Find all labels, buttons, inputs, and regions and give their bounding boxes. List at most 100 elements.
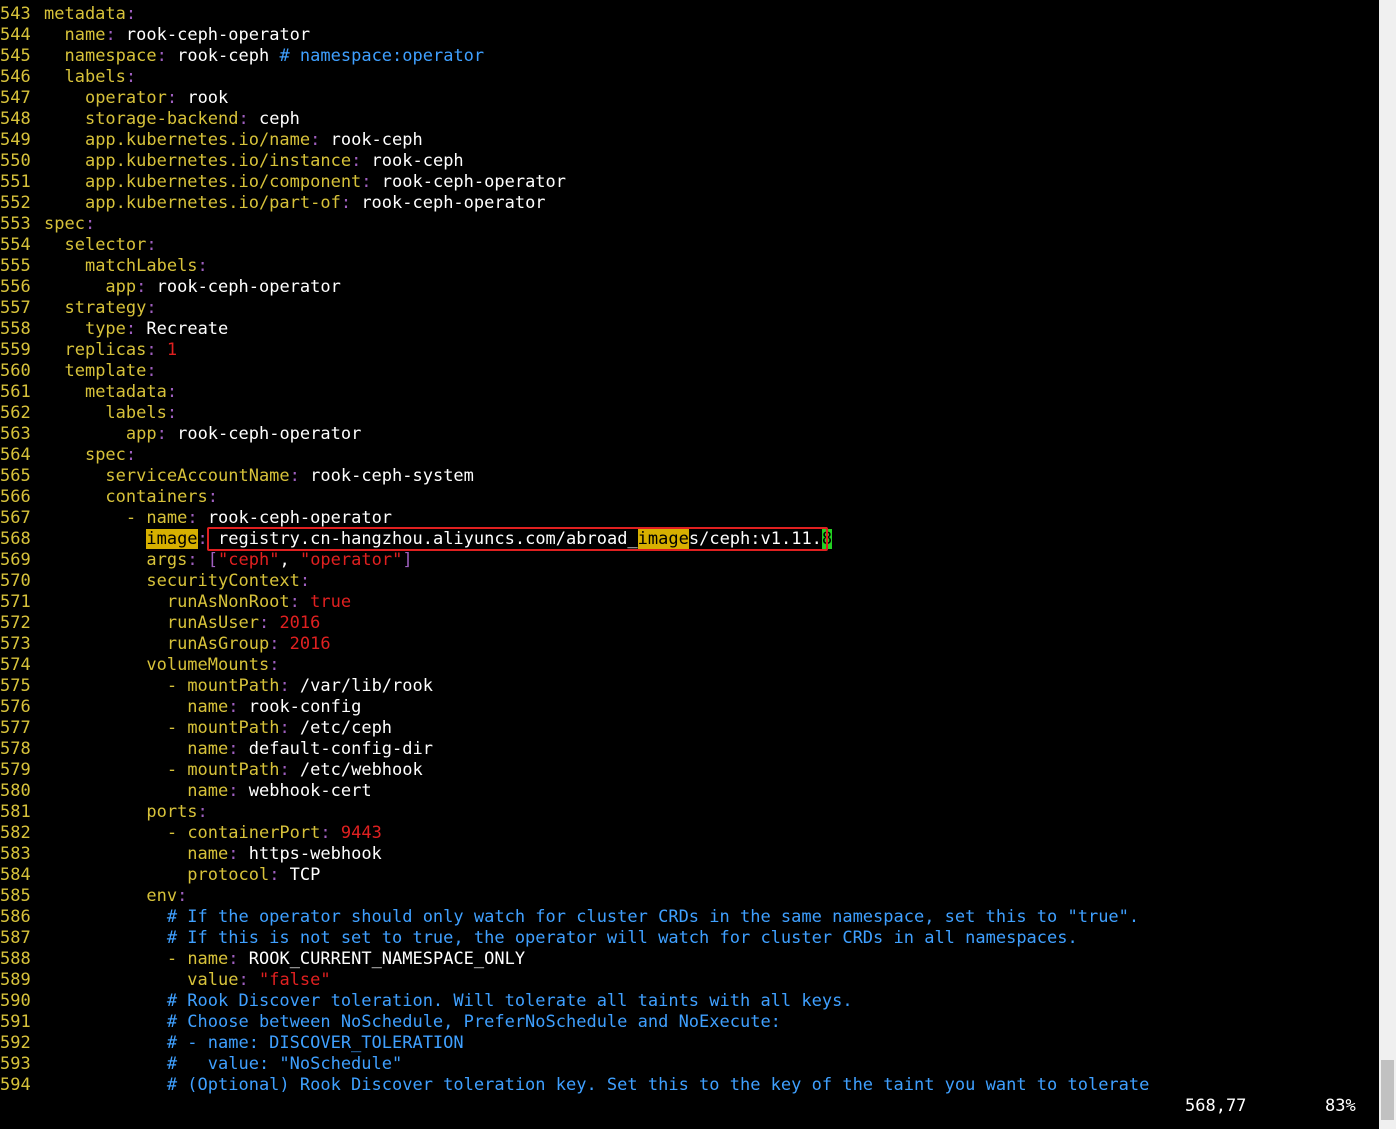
code-token: : bbox=[228, 949, 239, 969]
code-token: , bbox=[279, 550, 300, 570]
code-line[interactable]: 560 template: bbox=[0, 361, 1378, 382]
code-token: template bbox=[64, 361, 147, 381]
code-token: : bbox=[84, 214, 96, 234]
code-line[interactable]: 545 namespace: rook-ceph # namespace:ope… bbox=[0, 46, 1378, 67]
line-number: 581 bbox=[0, 802, 31, 822]
code-token: name bbox=[146, 508, 188, 528]
code-token: volumeMounts bbox=[146, 655, 270, 675]
code-token: "operator" bbox=[299, 550, 403, 570]
line-number: 565 bbox=[0, 466, 31, 486]
code-token: rook-ceph bbox=[320, 130, 423, 150]
code-token: - bbox=[166, 718, 188, 738]
code-line[interactable]: 582 - containerPort: 9443 bbox=[0, 823, 1378, 844]
code-line[interactable]: 588 - name: ROOK_CURRENT_NAMESPACE_ONLY bbox=[0, 949, 1378, 970]
code-token: spec bbox=[84, 445, 126, 465]
code-token: : bbox=[136, 277, 147, 297]
code-line[interactable]: 584 protocol: TCP bbox=[0, 865, 1378, 886]
highlight-box bbox=[207, 527, 828, 551]
code-line[interactable]: 591 # Choose between NoSchedule, PreferN… bbox=[0, 1012, 1378, 1033]
code-line[interactable]: 551 app.kubernetes.io/component: rook-ce… bbox=[0, 172, 1378, 193]
code-line[interactable]: 577 - mountPath: /etc/ceph bbox=[0, 718, 1378, 739]
line-number: 591 bbox=[0, 1012, 31, 1032]
code-line[interactable]: 565 serviceAccountName: rook-ceph-system bbox=[0, 466, 1378, 487]
code-line[interactable]: 593 # value: "NoSchedule" bbox=[0, 1054, 1378, 1075]
code-line[interactable]: 562 labels: bbox=[0, 403, 1378, 424]
code-token: rook-config bbox=[238, 697, 362, 717]
line-number: 572 bbox=[0, 613, 31, 633]
code-line[interactable]: 548 storage-backend: ceph bbox=[0, 109, 1378, 130]
code-line[interactable]: 549 app.kubernetes.io/name: rook-ceph bbox=[0, 130, 1378, 151]
code-line[interactable]: 543 metadata: bbox=[0, 4, 1378, 25]
code-line[interactable]: 567 - name: rook-ceph-operator bbox=[0, 508, 1378, 529]
code-line[interactable]: 575 - mountPath: /var/lib/rook bbox=[0, 676, 1378, 697]
code-line[interactable]: 550 app.kubernetes.io/instance: rook-cep… bbox=[0, 151, 1378, 172]
code-token: /etc/ceph bbox=[289, 718, 393, 738]
code-line[interactable]: 581 ports: bbox=[0, 802, 1378, 823]
code-line[interactable]: 589 value: "false" bbox=[0, 970, 1378, 991]
code-token: storage-backend bbox=[84, 109, 239, 129]
code-line[interactable]: 563 app: rook-ceph-operator bbox=[0, 424, 1378, 445]
code-token: name bbox=[187, 949, 229, 969]
scrollbar-thumb[interactable] bbox=[1381, 1060, 1394, 1120]
code-line[interactable]: 557 strategy: bbox=[0, 298, 1378, 319]
code-token: ROOK_CURRENT_NAMESPACE_ONLY bbox=[238, 949, 526, 969]
code-token: containerPort bbox=[187, 823, 321, 843]
code-line[interactable]: 590 # Rook Discover toleration. Will tol… bbox=[0, 991, 1378, 1012]
code-token: name bbox=[187, 697, 229, 717]
code-line[interactable]: 585 env: bbox=[0, 886, 1378, 907]
code-line[interactable]: 555 matchLabels: bbox=[0, 256, 1378, 277]
code-token: securityContext bbox=[146, 571, 300, 591]
code-token: : bbox=[156, 424, 167, 444]
code-line[interactable]: 546 labels: bbox=[0, 67, 1378, 88]
code-line[interactable]: 586 # If the operator should only watch … bbox=[0, 907, 1378, 928]
line-number: 559 bbox=[0, 340, 31, 360]
code-line[interactable]: 578 name: default-config-dir bbox=[0, 739, 1378, 760]
code-line[interactable]: 566 containers: bbox=[0, 487, 1378, 508]
code-line[interactable]: 583 name: https-webhook bbox=[0, 844, 1378, 865]
code-line[interactable]: 553 spec: bbox=[0, 214, 1378, 235]
code-line[interactable]: 554 selector: bbox=[0, 235, 1378, 256]
code-line[interactable]: 580 name: webhook-cert bbox=[0, 781, 1378, 802]
code-line[interactable]: 587 # If this is not set to true, the op… bbox=[0, 928, 1378, 949]
code-line[interactable]: 559 replicas: 1 bbox=[0, 340, 1378, 361]
code-line[interactable]: 579 - mountPath: /etc/webhook bbox=[0, 760, 1378, 781]
code-line[interactable]: 572 runAsUser: 2016 bbox=[0, 613, 1378, 634]
code-token: rook-ceph-operator bbox=[166, 424, 362, 444]
code-line[interactable]: 561 metadata: bbox=[0, 382, 1378, 403]
code-line[interactable]: 564 spec: bbox=[0, 445, 1378, 466]
code-line[interactable]: 571 runAsNonRoot: true bbox=[0, 592, 1378, 613]
code-line[interactable]: 594 # (Optional) Rook Discover toleratio… bbox=[0, 1075, 1378, 1096]
code-token: ports bbox=[146, 802, 198, 822]
line-number: 573 bbox=[0, 634, 31, 654]
code-line[interactable]: 544 name: rook-ceph-operator bbox=[0, 25, 1378, 46]
code-line[interactable]: 558 type: Recreate bbox=[0, 319, 1378, 340]
code-token: : bbox=[146, 298, 157, 318]
code-line[interactable]: 569 args: ["ceph", "operator"] bbox=[0, 550, 1378, 571]
code-line[interactable]: 570 securityContext: bbox=[0, 571, 1378, 592]
code-token: metadata bbox=[84, 382, 167, 402]
code-line[interactable]: 576 name: rook-config bbox=[0, 697, 1378, 718]
code-token: /etc/webhook bbox=[289, 760, 423, 780]
code-line[interactable]: 573 runAsGroup: 2016 bbox=[0, 634, 1378, 655]
code-line[interactable]: 574 volumeMounts: bbox=[0, 655, 1378, 676]
line-number: 545 bbox=[0, 46, 31, 66]
code-line[interactable]: 552 app.kubernetes.io/part-of: rook-ceph… bbox=[0, 193, 1378, 214]
code-line[interactable]: 547 operator: rook bbox=[0, 88, 1378, 109]
code-line[interactable]: 556 app: rook-ceph-operator bbox=[0, 277, 1378, 298]
cursor-position: 568,77 bbox=[1185, 1096, 1247, 1116]
code-token: : bbox=[279, 676, 290, 696]
vertical-scrollbar[interactable] bbox=[1379, 0, 1396, 1129]
code-token: # Rook Discover toleration. Will tolerat… bbox=[166, 991, 853, 1011]
code-line[interactable]: 592 # - name: DISCOVER_TOLERATION bbox=[0, 1033, 1378, 1054]
